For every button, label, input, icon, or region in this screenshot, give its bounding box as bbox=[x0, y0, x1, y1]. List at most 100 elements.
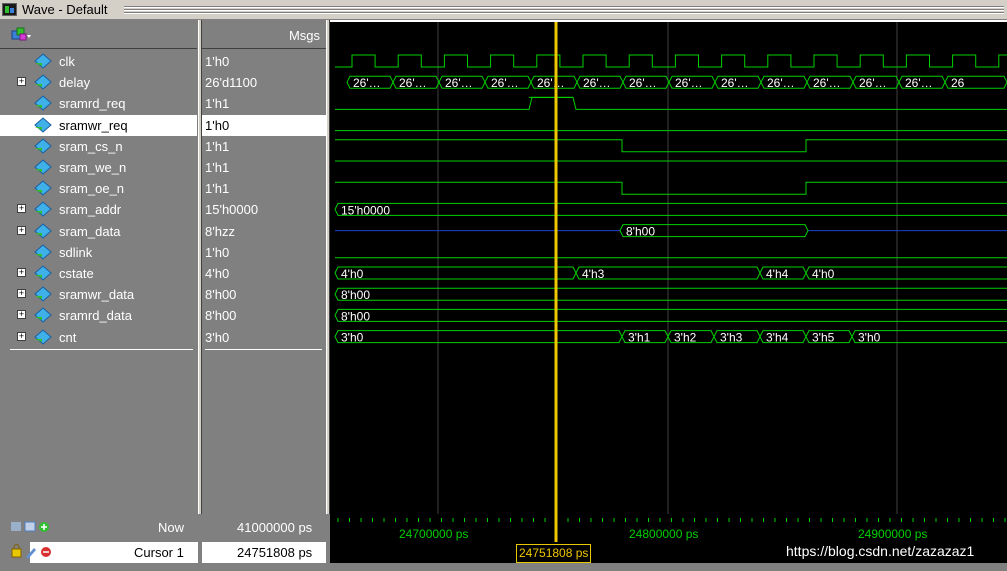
signal-name: delay bbox=[59, 75, 91, 91]
signal-value: 1'h1 bbox=[205, 181, 230, 197]
signal-name: clk bbox=[59, 54, 75, 69]
delay-value-label: 26'… bbox=[813, 76, 841, 90]
delay-value-label: 26'… bbox=[491, 76, 519, 90]
signal-row-sramwr-data[interactable]: + sramwr_data 8'h00 bbox=[0, 284, 326, 305]
delay-value-label: 26 bbox=[951, 76, 965, 90]
signal-value: 1'h1 bbox=[205, 160, 230, 175]
signal-name: sram_data bbox=[59, 223, 121, 239]
sramwr-data-value-label: 8'h00 bbox=[341, 288, 370, 302]
name-column-header[interactable] bbox=[0, 22, 197, 49]
sram-data-value-label: 8'h00 bbox=[626, 225, 655, 239]
signal-value: 26'd1100 bbox=[205, 75, 258, 91]
list-header: Msgs bbox=[0, 22, 326, 49]
title-bar[interactable]: Wave - Default bbox=[0, 0, 1007, 20]
signal-diamond-icon bbox=[34, 244, 52, 260]
signal-name: sram_oe_n bbox=[59, 181, 125, 197]
signal-value: 1'h0 bbox=[205, 117, 230, 133]
signal-name: sram_we_n bbox=[59, 160, 127, 175]
signal-diamond-icon bbox=[34, 53, 52, 69]
signal-diamond-icon bbox=[34, 307, 52, 324]
expand-icon[interactable]: + bbox=[17, 77, 26, 87]
wave-window-icon bbox=[2, 3, 17, 16]
time-label-1: 24700000 ps bbox=[399, 527, 469, 541]
signal-name: sramwr_req bbox=[59, 117, 128, 133]
now-label: Now bbox=[158, 520, 185, 535]
signal-diamond-icon bbox=[34, 201, 52, 218]
signal-name: cnt bbox=[59, 329, 77, 345]
signal-row-clk[interactable]: clk 1'h0 bbox=[0, 51, 326, 72]
cursor-time-marker[interactable]: 24751808 ps bbox=[516, 544, 592, 563]
signal-row-sramrd-req[interactable]: sramrd_req 1'h1 bbox=[0, 93, 326, 114]
wave-pane[interactable]: 26'… 26'… 26'… 26'… 26'… 26'… 26'… 26'… 26'… 26'…… bbox=[330, 22, 1007, 514]
signal-diamond-icon bbox=[34, 74, 52, 90]
signal-name: sramwr_data bbox=[59, 287, 135, 303]
signal-diamond-icon bbox=[34, 95, 52, 112]
delay-value-label: 26'… bbox=[583, 76, 611, 90]
window-title: Wave - Default bbox=[22, 2, 108, 17]
expand-icon[interactable]: + bbox=[17, 225, 26, 235]
msgs-column-header[interactable]: Msgs bbox=[202, 22, 326, 49]
signal-diamond-icon bbox=[34, 116, 52, 133]
delay-value-label: 26'… bbox=[629, 76, 657, 90]
title-grip[interactable] bbox=[124, 6, 1004, 14]
signal-row-sram-addr[interactable]: + sram_addr 15'h0000 bbox=[0, 199, 326, 220]
sramwr-data-segment bbox=[334, 287, 1007, 301]
delay-value-label: 26'… bbox=[353, 76, 381, 90]
signal-row-sram-cs-n[interactable]: sram_cs_n 1'h1 bbox=[0, 136, 326, 157]
signal-name: sram_cs_n bbox=[59, 138, 123, 154]
delay-value-label: 26'… bbox=[859, 76, 887, 90]
signal-diamond-icon bbox=[34, 286, 52, 302]
expand-icon[interactable]: + bbox=[17, 268, 26, 277]
signal-row-sramrd-data[interactable]: + sramrd_data 8'h00 bbox=[0, 305, 326, 326]
signal-row-delay[interactable]: + delay 26'd1100 bbox=[0, 72, 326, 93]
signal-diamond-icon bbox=[34, 180, 52, 196]
watermark: https://blog.csdn.net/zazazaz1 bbox=[786, 543, 975, 559]
wrench-icon bbox=[26, 548, 36, 559]
signal-row-cstate[interactable]: + cstate 4'h0 bbox=[0, 263, 326, 284]
signal-diamond-icon bbox=[34, 265, 52, 281]
cursor-label[interactable]: Cursor 1 bbox=[134, 545, 184, 560]
expand-icon[interactable]: + bbox=[17, 331, 26, 341]
waveform-canvas[interactable]: 26'… 26'… 26'… 26'… 26'… 26'… 26'… 26'… 26'… 26'…… bbox=[330, 22, 1007, 514]
signal-diamond-icon bbox=[34, 328, 52, 345]
signal-row-sram-data[interactable]: + sram_data 8'hzz bbox=[0, 221, 326, 242]
signal-row-sram-we-n[interactable]: sram_we_n 1'h1 bbox=[0, 157, 326, 178]
cursor-list-icon bbox=[24, 521, 36, 532]
signal-value: 1'h0 bbox=[205, 244, 230, 260]
signal-row-sdlink[interactable]: sdlink 1'h0 bbox=[0, 242, 326, 263]
sramrd-req-waveform bbox=[335, 96, 1007, 110]
now-value: 41000000 ps bbox=[237, 520, 313, 535]
time-label-3: 24900000 ps bbox=[858, 527, 928, 541]
signal-value: 15'h0000 bbox=[205, 202, 259, 218]
sram-addr-value-label: 15'h0000 bbox=[341, 203, 390, 217]
add-cursor-icon bbox=[11, 522, 21, 531]
list-end-line bbox=[10, 349, 193, 350]
signal-value: 3'h0 bbox=[205, 329, 230, 345]
signal-value: 8'h00 bbox=[205, 287, 237, 303]
list-end-line bbox=[205, 349, 322, 350]
signal-value: 8'hzz bbox=[205, 223, 235, 239]
cstate-value-label: 4'h3 bbox=[582, 267, 605, 281]
signal-value: 1'h1 bbox=[205, 96, 230, 112]
expand-icon[interactable]: + bbox=[17, 310, 26, 320]
cstate-segment bbox=[334, 266, 577, 280]
signal-value: 1'h1 bbox=[205, 138, 230, 154]
signal-row-cnt[interactable]: + cnt 3'h0 bbox=[0, 327, 326, 348]
msgs-label: Msgs bbox=[288, 28, 320, 43]
expand-icon[interactable]: + bbox=[17, 204, 26, 214]
cnt-value-label: 3'h0 bbox=[858, 331, 881, 345]
signal-diamond-icon bbox=[34, 159, 52, 175]
cnt-value-label: 3'h5 bbox=[812, 331, 835, 345]
cstate-segment bbox=[805, 266, 1007, 280]
delay-value-label: 26'… bbox=[537, 76, 565, 90]
expand-icon[interactable]: + bbox=[17, 289, 26, 299]
signal-row-sram-oe-n[interactable]: sram_oe_n 1'h1 bbox=[0, 178, 326, 199]
signal-group-icon[interactable] bbox=[11, 27, 31, 43]
signal-diamond-icon bbox=[34, 138, 52, 154]
now-toolbar bbox=[11, 521, 49, 532]
signal-row-sramwr-req[interactable]: sramwr_req 1'h0 bbox=[0, 114, 326, 136]
cnt-value-label: 3'h2 bbox=[674, 331, 697, 345]
cnt-value-label: 3'h4 bbox=[766, 331, 789, 345]
delay-value-label: 26'… bbox=[445, 76, 473, 90]
sram-oe-n-waveform bbox=[335, 181, 1007, 195]
